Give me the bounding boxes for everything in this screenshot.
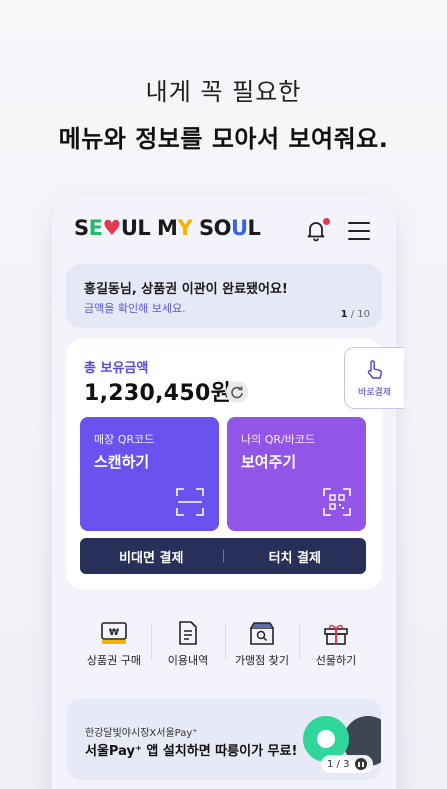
quick-menu-voucher-purchase[interactable]: ₩ 상품권 구매 [77, 620, 151, 672]
notification-dot [323, 218, 330, 225]
notice-subtitle: 금액을 확인해 보세요. [84, 302, 186, 315]
balance-card: 총 보유금액 1,230,450원 매장 QR코드 스캔하기 나의 QR/바코드… [66, 339, 382, 589]
scan-frame-icon [176, 488, 204, 516]
quick-menu-usage-history[interactable]: 이용내역 [151, 620, 225, 672]
pay-method-bar: 비대면 결제 터치 결제 [80, 538, 366, 574]
notification-bell-icon[interactable] [304, 218, 330, 244]
show-qr-big: 보여주기 [241, 453, 297, 471]
store-search-icon [250, 622, 274, 645]
svg-text:₩: ₩ [109, 628, 119, 638]
touch-pay-button[interactable]: 터치 결제 [224, 547, 367, 566]
scan-qr-small: 매장 QR코드 [94, 433, 155, 446]
scan-qr-tile[interactable]: 매장 QR코드 스캔하기 [80, 417, 219, 531]
qr-code-icon [323, 488, 351, 516]
promo-banner[interactable]: 한강달빛야시장X서울Pay⁺ 서울Pay⁺ 앱 설치하면 따릉이가 무료! 1 … [67, 698, 381, 780]
remote-pay-button[interactable]: 비대면 결제 [80, 547, 223, 566]
scan-qr-big: 스캔하기 [94, 453, 150, 471]
notice-card[interactable]: 홍길동님, 상품권 이관이 완료됐어요! 금액을 확인해 보세요. 1 / 10 [66, 264, 382, 328]
pause-icon[interactable] [355, 758, 368, 770]
banner-title: 서울Pay⁺ 앱 설치하면 따릉이가 무료! [85, 744, 298, 759]
app-header: SE♥UL MY SOUL [52, 196, 396, 260]
headline: 내게 꼭 필요한 메뉴와 정보를 모아서 보여줘요. [0, 72, 447, 154]
quick-pay-label: 바로결제 [357, 388, 392, 398]
notice-title: 홍길동님, 상품권 이관이 완료됐어요! [84, 282, 288, 297]
seoul-my-soul-logo: SE♥UL MY SOUL [74, 216, 261, 240]
document-icon [179, 621, 197, 645]
show-qr-tile[interactable]: 나의 QR/바코드 보여주기 [227, 417, 366, 531]
notice-pager: 1 / 10 [340, 309, 370, 320]
balance-amount: 1,230,450원 [84, 381, 232, 406]
refresh-icon[interactable] [226, 381, 248, 403]
balance-label: 총 보유금액 [84, 361, 149, 376]
quick-menu: ₩ 상품권 구매 이용내역 가맹점 찾기 선물하기 [77, 620, 373, 672]
quick-menu-gift[interactable]: 선물하기 [299, 620, 373, 672]
quick-pay-button[interactable]: 바로결제 [344, 347, 404, 409]
gift-icon [324, 624, 348, 645]
banner-small: 한강달빛야시장X서울Pay⁺ [85, 728, 198, 739]
hamburger-menu-icon[interactable] [348, 222, 370, 240]
voucher-icon: ₩ [101, 622, 127, 644]
headline-line2: 메뉴와 정보를 모아서 보여줘요. [58, 125, 389, 153]
headline-line1: 내게 꼭 필요한 [145, 78, 302, 106]
tap-hand-icon [367, 360, 382, 379]
banner-pager: 1 / 3 [321, 755, 374, 773]
quick-menu-store-finder[interactable]: 가맹점 찾기 [225, 620, 299, 672]
show-qr-small: 나의 QR/바코드 [241, 433, 316, 446]
